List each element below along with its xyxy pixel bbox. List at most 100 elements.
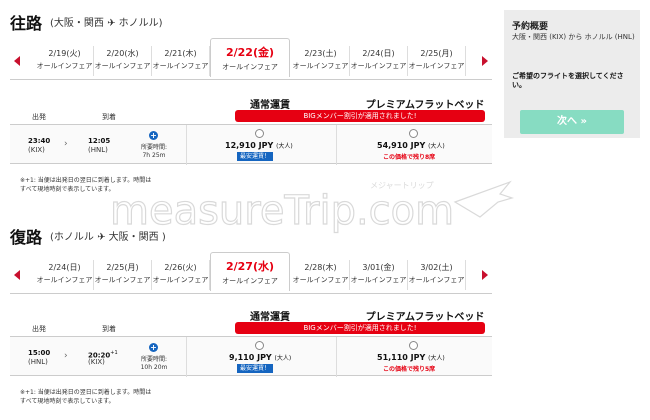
departure-code: (HNL): [28, 358, 48, 366]
duration-value: 7h 25m: [142, 152, 166, 159]
price-value: 9,110 JPY: [229, 353, 272, 362]
date-label: 3/02(土): [420, 263, 453, 272]
date-tab[interactable]: 2/19(火) オールインフェア: [36, 46, 94, 76]
date-label: 2/24(日): [362, 49, 395, 58]
date-label: 2/23(土): [304, 49, 337, 58]
premium-fare-heading: プレミアムフラットベッド: [365, 312, 485, 323]
flight-details-plus-icon[interactable]: +: [149, 343, 158, 352]
big-member-banner: BIGメンバー割引が適用されました!: [235, 110, 485, 122]
outbound-title: 往路: [10, 14, 43, 33]
premium-fare-radio[interactable]: [409, 341, 418, 350]
pax-label: (大人): [428, 355, 445, 362]
date-tab[interactable]: 2/24(日) オールインフェア: [36, 260, 94, 290]
price-value: 51,110 JPY: [377, 353, 426, 362]
duration-label: 所要時間:: [140, 356, 168, 363]
date-tab[interactable]: 3/02(土) オールインフェア: [408, 260, 466, 290]
date-tab[interactable]: 2/25(月) オールインフェア: [94, 260, 152, 290]
fare-type-label: オールインフェア: [408, 62, 465, 70]
cheapest-badge: 最安運賃！: [237, 152, 274, 161]
premium-price: 54,910 JPY (大人): [377, 141, 445, 150]
next-dates-arrow-icon[interactable]: [482, 270, 488, 280]
date-tab[interactable]: 2/23(土) オールインフェア: [292, 46, 350, 76]
flight-row: 15:00 (HNL) › 20:20+1 (KIX) + 所要時間: 10h …: [10, 336, 492, 377]
outbound-route: (大阪・関西 ✈ ホノルル): [50, 18, 163, 29]
booking-summary-panel: 予約概要 大阪・関西 (KIX) から ホノルル (HNL) ご希望のフライトを…: [504, 10, 640, 138]
fare-type-label: オールインフェア: [152, 62, 209, 70]
col-departure: 出発: [32, 113, 46, 121]
fare-type-label: オールインフェア: [222, 63, 278, 71]
pax-label: (大人): [276, 143, 293, 150]
standard-fare-cell[interactable]: 12,910 JPY (大人) 最安運賃！: [186, 125, 336, 165]
footnote-line1: ※+1: 当便は出発日の翌日に到着します。時間は: [20, 389, 152, 396]
summary-message: ご希望のフライトを選択してください。: [512, 72, 624, 89]
standard-price: 12,910 JPY (大人): [225, 141, 293, 150]
standard-fare-radio[interactable]: [255, 129, 264, 138]
date-label: 2/26(火): [164, 263, 197, 272]
date-tab[interactable]: 2/28(木) オールインフェア: [292, 260, 350, 290]
fare-type-label: オールインフェア: [222, 277, 278, 285]
premium-fare-radio[interactable]: [409, 129, 418, 138]
date-tab-selected[interactable]: 2/27(水) オールインフェア: [210, 252, 290, 291]
date-label: 2/22(金): [225, 46, 275, 59]
flight-row: 23:40 (KIX) › 12:05 (HNL) + 所要時間: 7h 25m…: [10, 124, 492, 165]
fare-type-label: オールインフェア: [94, 276, 151, 284]
standard-fare-radio[interactable]: [255, 341, 264, 350]
fare-type-label: オールインフェア: [350, 62, 407, 70]
duration-value: 10h 20m: [140, 364, 168, 371]
standard-fare-cell[interactable]: 9,110 JPY (大人) 最安運賃！: [186, 337, 336, 377]
date-tab[interactable]: 2/24(日) オールインフェア: [350, 46, 408, 76]
inbound-title: 復路: [10, 228, 43, 247]
departure-time: 15:00: [28, 349, 51, 357]
inbound-section: 復路 (ホノルル ✈ 大阪・関西 ) 2/24(日) オールインフェア 2/25(…: [0, 218, 492, 420]
fare-type-label: オールインフェア: [36, 276, 93, 284]
inbound-route: (ホノルル ✈ 大阪・関西 ): [50, 232, 166, 243]
price-value: 12,910 JPY: [225, 141, 274, 150]
departure-time: 23:40: [28, 137, 51, 145]
date-tab[interactable]: 2/25(月) オールインフェア: [408, 46, 466, 76]
prev-dates-arrow-icon[interactable]: [14, 56, 20, 66]
outbound-section: 往路 (大阪・関西 ✈ ホノルル) 2/19(火) オールインフェア 2/20(水…: [0, 0, 492, 200]
next-day-indicator: +1: [110, 350, 118, 356]
date-tab[interactable]: 2/20(水) オールインフェア: [94, 46, 152, 76]
date-tab[interactable]: 3/01(金) オールインフェア: [350, 260, 408, 290]
fare-type-label: オールインフェア: [292, 62, 349, 70]
footnote-line1: ※+1: 当便は出発日の翌日に到着します。時間は: [20, 177, 152, 184]
standard-price: 9,110 JPY (大人): [229, 353, 291, 362]
date-label: 2/25(月): [420, 49, 453, 58]
premium-fare-cell[interactable]: 54,910 JPY (大人) この価格で残り8席: [336, 125, 492, 165]
col-arrival: 到着: [102, 325, 116, 333]
premium-fare-cell[interactable]: 51,110 JPY (大人) この価格で残り5席: [336, 337, 492, 377]
premium-price: 51,110 JPY (大人): [377, 353, 445, 362]
date-tab[interactable]: 2/21(木) オールインフェア: [152, 46, 210, 76]
duration-label: 所要時間:: [140, 144, 168, 151]
fare-type-label: オールインフェア: [408, 276, 465, 284]
big-member-banner: BIGメンバー割引が適用されました!: [235, 322, 485, 334]
premium-fare-heading: プレミアムフラットベッド: [365, 100, 485, 111]
date-label: 2/25(月): [106, 263, 139, 272]
date-label: 2/19(火): [48, 49, 81, 58]
chevron-right-icon: ›: [64, 351, 68, 361]
pax-label: (大人): [274, 355, 292, 362]
date-tab[interactable]: 2/26(火) オールインフェア: [152, 260, 210, 290]
next-button[interactable]: 次へ »: [520, 110, 624, 134]
pax-label: (大人): [428, 143, 445, 150]
outbound-date-strip: 2/19(火) オールインフェア 2/20(水) オールインフェア 2/21(木) オ…: [10, 38, 492, 80]
next-dates-arrow-icon[interactable]: [482, 56, 488, 66]
prev-dates-arrow-icon[interactable]: [14, 270, 20, 280]
seats-left-label: この価格で残り5席: [383, 366, 436, 373]
departure-code: (KIX): [28, 146, 45, 154]
date-label: 2/20(水): [106, 49, 139, 58]
standard-fare-heading: 通常運賃: [250, 100, 290, 111]
fare-type-label: オールインフェア: [94, 62, 151, 70]
summary-route: 大阪・関西 (KIX) から ホノルル (HNL): [512, 33, 635, 41]
price-value: 54,910 JPY: [377, 141, 426, 150]
arrival-code: (HNL): [88, 146, 108, 154]
date-tab-selected[interactable]: 2/22(金) オールインフェア: [210, 38, 290, 77]
date-label: 2/27(水): [225, 260, 275, 273]
summary-title: 予約概要: [512, 22, 549, 32]
arrival-time: 12:05: [88, 137, 111, 145]
fare-type-label: オールインフェア: [350, 276, 407, 284]
col-arrival: 到着: [102, 113, 116, 121]
flight-details-plus-icon[interactable]: +: [149, 131, 158, 140]
footnote-line2: すべて現地時刻で表示しています。: [20, 398, 115, 405]
